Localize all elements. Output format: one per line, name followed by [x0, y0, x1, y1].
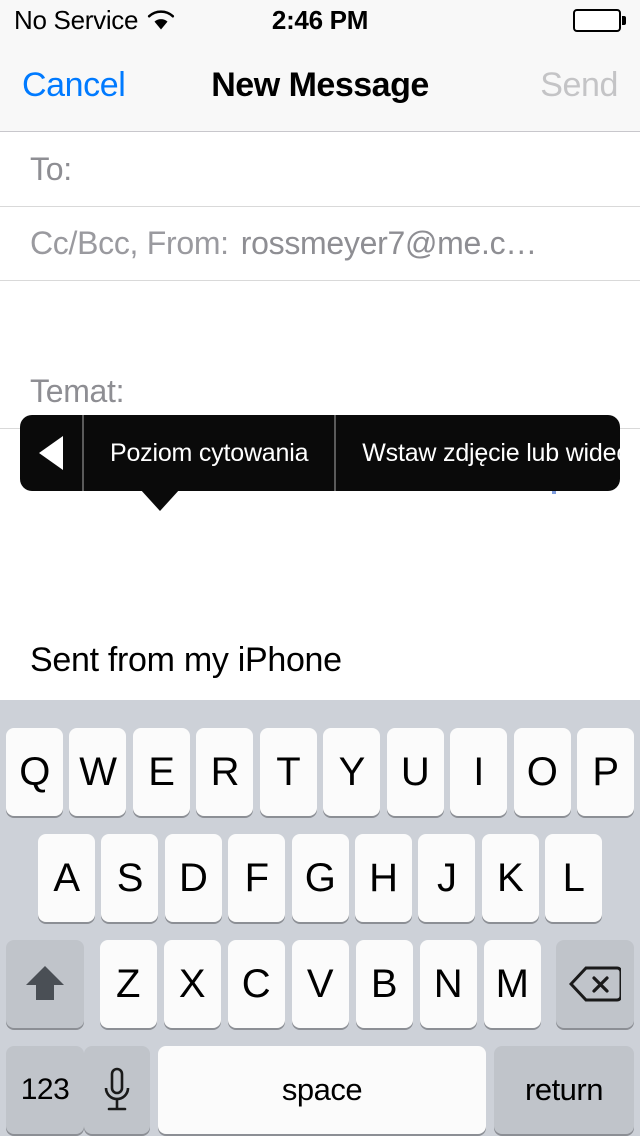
onscreen-keyboard: Q W E R T Y U I O P A S D F G H J K L Z … — [0, 700, 640, 1136]
key-i[interactable]: I — [450, 728, 508, 816]
keyboard-row-1: Q W E R T Y U I O P — [0, 728, 640, 816]
key-f[interactable]: F — [228, 834, 286, 922]
numeric-key[interactable]: 123 — [6, 1046, 84, 1134]
key-u[interactable]: U — [386, 728, 444, 816]
key-s[interactable]: S — [101, 834, 159, 922]
clock-label: 2:46 PM — [271, 4, 369, 35]
key-c[interactable]: C — [227, 940, 285, 1028]
key-t[interactable]: T — [259, 728, 317, 816]
message-body-area: Temat: Want to meet here for lunch today… — [0, 355, 640, 700]
callout-item-insert-photo-video[interactable]: Wstaw zdjęcie lub wideo — [334, 415, 640, 491]
to-label: To: — [30, 151, 72, 187]
key-y[interactable]: Y — [323, 728, 381, 816]
key-x[interactable]: X — [163, 940, 221, 1028]
callout-tail — [140, 489, 180, 511]
key-k[interactable]: K — [481, 834, 539, 922]
callout-prev-button[interactable] — [20, 415, 82, 491]
key-e[interactable]: E — [132, 728, 190, 816]
callout-item-quote-level[interactable]: Poziom cytowania — [82, 415, 334, 491]
key-g[interactable]: G — [291, 834, 349, 922]
keyboard-row-2: A S D F G H J K L — [0, 834, 640, 922]
shift-key[interactable] — [6, 940, 84, 1028]
send-button[interactable]: Send — [540, 66, 618, 105]
cancel-button[interactable]: Cancel — [22, 66, 126, 105]
return-key[interactable]: return — [494, 1046, 634, 1134]
signature-text: Sent from my iPhone — [30, 641, 342, 679]
keyboard-row-3: Z X C V B N M — [0, 940, 640, 1028]
status-bar: No Service 2:46 PM — [0, 0, 640, 40]
key-b[interactable]: B — [355, 940, 413, 1028]
key-w[interactable]: W — [69, 728, 127, 816]
to-field-row[interactable]: To: — [0, 133, 640, 207]
text-edit-callout-menu: Poziom cytowania Wstaw zdjęcie lub wideo — [20, 415, 630, 511]
key-h[interactable]: H — [354, 834, 412, 922]
key-v[interactable]: V — [291, 940, 349, 1028]
key-d[interactable]: D — [164, 834, 222, 922]
keyboard-row-4: 123 space return — [0, 1046, 640, 1134]
from-address-value[interactable]: rossmeyer7@me.c… — [241, 225, 537, 262]
compose-fields: To: Cc/Bcc, From: rossmeyer7@me.c… — [0, 133, 640, 281]
delete-key[interactable] — [556, 940, 634, 1028]
shift-arrow-icon — [23, 963, 67, 1005]
dictation-key[interactable] — [84, 1046, 150, 1134]
key-z[interactable]: Z — [99, 940, 157, 1028]
keyboard-row-3-letters: Z X C V B N M — [99, 940, 541, 1028]
key-o[interactable]: O — [513, 728, 571, 816]
microphone-icon — [102, 1066, 132, 1114]
subject-label: Temat: — [30, 373, 125, 409]
navigation-bar: Cancel New Message Send — [0, 40, 640, 132]
key-j[interactable]: J — [418, 834, 476, 922]
key-r[interactable]: R — [196, 728, 254, 816]
space-key[interactable]: space — [158, 1046, 486, 1134]
ccbcc-from-field-row[interactable]: Cc/Bcc, From: rossmeyer7@me.c… — [0, 207, 640, 281]
key-a[interactable]: A — [38, 834, 95, 922]
triangle-left-icon — [39, 436, 63, 470]
key-p[interactable]: P — [576, 728, 634, 816]
key-l[interactable]: L — [545, 834, 602, 922]
backspace-icon — [569, 965, 621, 1003]
iphone-screen: No Service 2:46 PM Cancel New Message Se… — [0, 0, 640, 1136]
key-n[interactable]: N — [419, 940, 477, 1028]
ccbcc-label: Cc/Bcc, From: — [30, 225, 229, 261]
key-m[interactable]: M — [483, 940, 541, 1028]
key-q[interactable]: Q — [6, 728, 63, 816]
